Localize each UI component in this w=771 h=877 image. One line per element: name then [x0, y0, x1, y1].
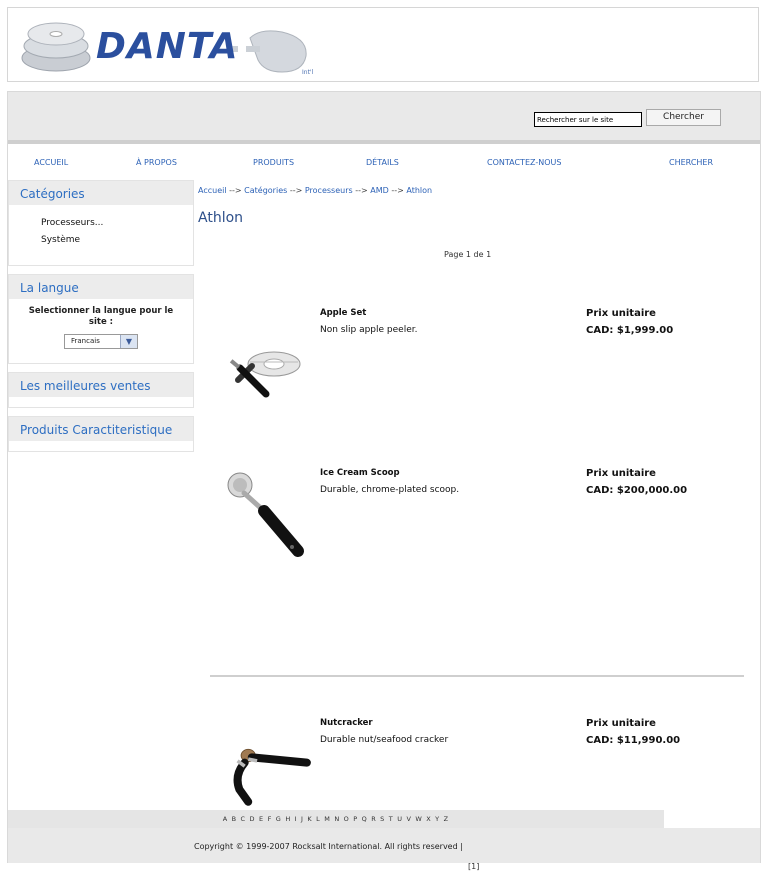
bestsellers-title: Les meilleures ventes [9, 373, 193, 397]
breadcrumb-item-athlon[interactable]: Athlon [406, 186, 432, 195]
page-info: Page 1 de 1 [444, 250, 492, 259]
page-title: Athlon [198, 210, 244, 226]
nutcracker-image[interactable] [216, 736, 316, 816]
product-price: CAD: $11,990.00 [586, 735, 681, 746]
breadcrumb-item-accueil[interactable]: Accueil [198, 186, 227, 195]
language-instruction: Selectionner la langue pour le site : [28, 306, 174, 327]
product-item: Apple Set Non slip apple peeler. Prix un… [208, 308, 748, 458]
nav-a-propos[interactable]: À PROPOS [136, 158, 177, 167]
language-title: La langue [9, 275, 193, 299]
apple-peeler-image[interactable] [216, 326, 316, 406]
price-label: Prix unitaire [586, 718, 656, 729]
product-price: CAD: $200,000.00 [586, 485, 688, 496]
breadcrumb-item-categories[interactable]: Catégories [244, 186, 287, 195]
product-item: Ice Cream Scoop Durable, chrome-plated s… [208, 468, 748, 618]
featured-title: Produits Caractiteristique [9, 417, 193, 441]
language-select[interactable]: Francais ▼ [64, 334, 138, 349]
logo[interactable]: DANTA Int'l [20, 16, 320, 76]
product-price: CAD: $1,999.00 [586, 325, 674, 336]
pager-link[interactable]: [1] [468, 862, 479, 871]
header: DANTA Int'l [7, 7, 759, 82]
categories-title: Catégories [9, 181, 193, 205]
chevron-down-icon[interactable]: ▼ [120, 335, 137, 348]
breadcrumb-item-processeurs[interactable]: Processeurs [305, 186, 353, 195]
page-frame: Chercher ACCUEIL À PROPOS PRODUITS DÉTAI… [7, 91, 761, 871]
product-name[interactable]: Apple Set [320, 308, 366, 318]
search-bar: Chercher [8, 92, 760, 144]
category-item-processeurs[interactable]: Processeurs... [41, 215, 193, 232]
product-name[interactable]: Nutcracker [320, 718, 373, 728]
breadcrumb-separator: --> [229, 186, 242, 195]
product-name[interactable]: Ice Cream Scoop [320, 468, 400, 478]
search-input[interactable] [534, 112, 642, 127]
product-description: Durable, chrome-plated scoop. [320, 485, 460, 495]
main-nav: ACCUEIL À PROPOS PRODUITS DÉTAILS CONTAC… [8, 152, 760, 174]
breadcrumb-item-amd[interactable]: AMD [370, 186, 389, 195]
language-box: La langue Selectionner la langue pour le… [8, 274, 194, 364]
product-divider [210, 675, 744, 677]
product-description: Non slip apple peeler. [320, 325, 418, 335]
featured-box: Produits Caractiteristique [8, 416, 194, 452]
product-description: Durable nut/seafood cracker [320, 735, 449, 745]
language-selected-value: Francais [71, 337, 100, 345]
category-item-systeme[interactable]: Système [41, 232, 193, 249]
nav-chercher[interactable]: CHERCHER [669, 158, 713, 167]
logo-text: DANTA [96, 26, 239, 67]
alphabet-filter[interactable]: A B C D E F G H I J K L M N O P Q R S T … [8, 810, 664, 828]
search-button[interactable]: Chercher [646, 109, 721, 126]
price-label: Prix unitaire [586, 468, 656, 479]
copyright-text: Copyright © 1999-2007 Rocksalt Internati… [194, 842, 463, 851]
nav-accueil[interactable]: ACCUEIL [34, 158, 68, 167]
ice-cream-scoop-image[interactable] [216, 468, 316, 564]
nav-contactez-nous[interactable]: CONTACTEZ-NOUS [487, 158, 561, 167]
nav-details[interactable]: DÉTAILS [366, 158, 399, 167]
breadcrumb-separator: --> [355, 186, 368, 195]
breadcrumb: Accueil --> Catégories --> Processeurs -… [198, 186, 432, 195]
category-list: Processeurs... Système [9, 205, 193, 249]
bestsellers-box: Les meilleures ventes [8, 372, 194, 408]
categories-box: Catégories Processeurs... Système [8, 180, 194, 266]
price-label: Prix unitaire [586, 308, 656, 319]
logo-suffix: Int'l [302, 69, 314, 76]
breadcrumb-separator: --> [289, 186, 303, 195]
breadcrumb-separator: --> [391, 186, 404, 195]
nav-produits[interactable]: PRODUITS [253, 158, 294, 167]
footer: Copyright © 1999-2007 Rocksalt Internati… [8, 828, 760, 863]
